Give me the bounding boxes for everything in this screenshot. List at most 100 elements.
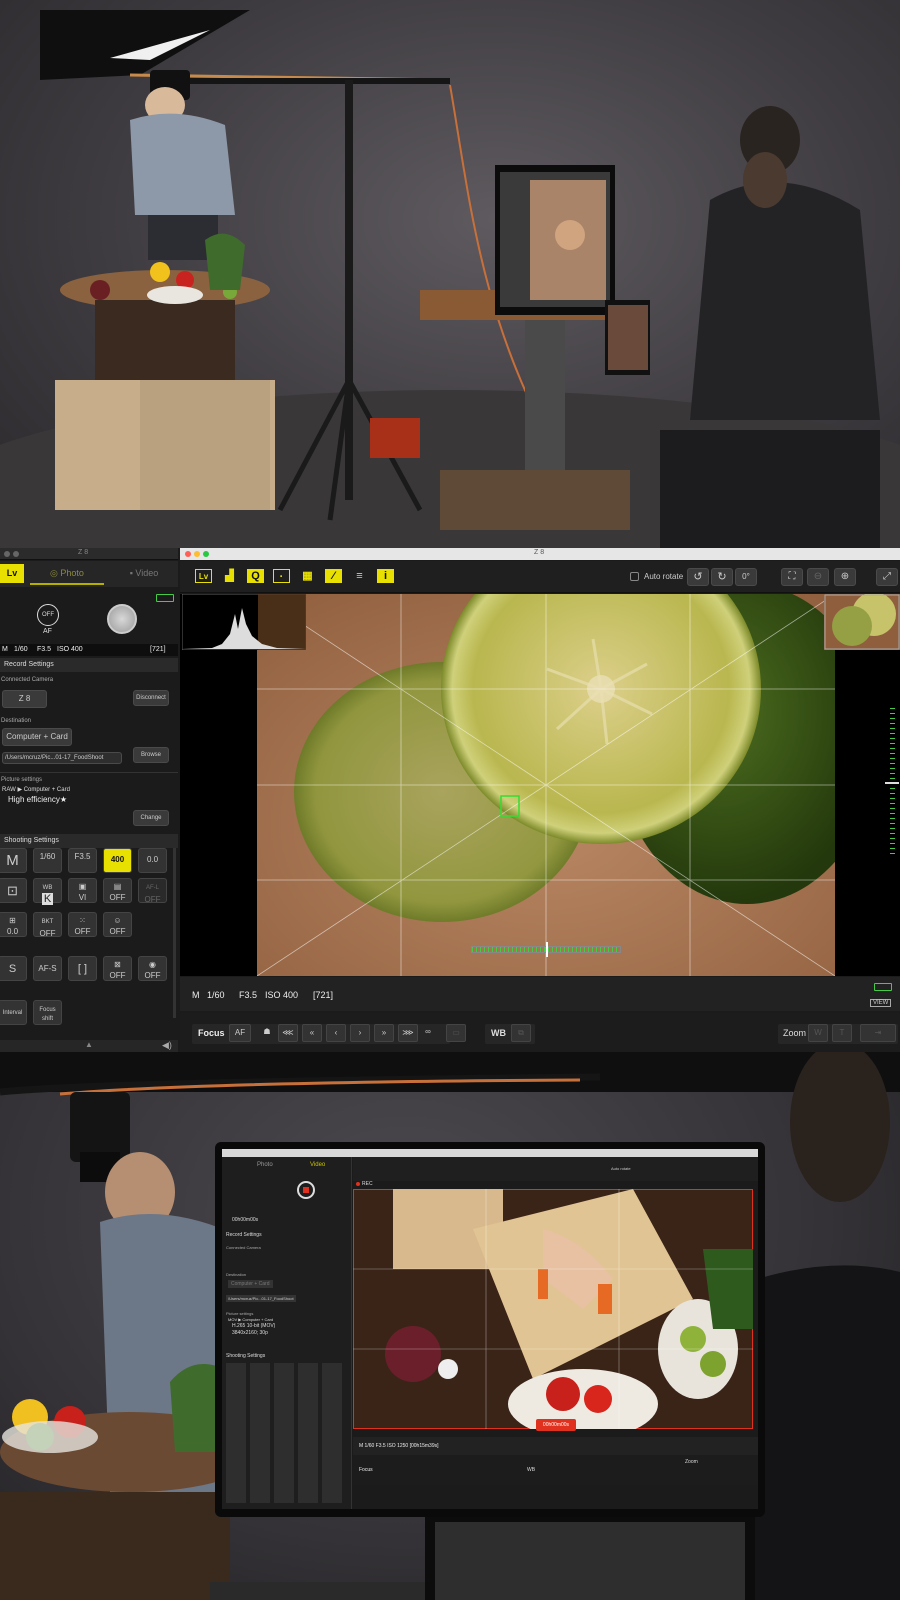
- browse-button[interactable]: Browse: [133, 747, 169, 763]
- monitor-rec-bar: REC: [353, 1181, 758, 1189]
- aperture-button[interactable]: F3.5: [68, 848, 97, 873]
- af-button[interactable]: AF: [229, 1024, 251, 1042]
- interval-button[interactable]: Interval: [0, 1000, 27, 1025]
- live-view-icon[interactable]: Lv: [195, 569, 212, 583]
- rotation-value-button[interactable]: 0°: [735, 568, 757, 586]
- vr-button[interactable]: ⁙ OFF: [68, 912, 97, 937]
- silent-icon: ⊠: [114, 960, 121, 969]
- af-area-button[interactable]: [ ]: [68, 956, 97, 981]
- zoom-in-button[interactable]: ⊕: [834, 568, 856, 586]
- monitor-connected-camera: Connected Camera: [226, 1245, 261, 1250]
- histogram-icon[interactable]: ▟: [221, 569, 238, 583]
- vibration-button[interactable]: ◉ OFF: [138, 956, 167, 981]
- monitor-auto-rotate: Auto rotate: [611, 1166, 631, 1171]
- silent-mode-button[interactable]: ⊠ OFF: [103, 956, 132, 981]
- focus-step-back-medium-button[interactable]: «: [302, 1024, 322, 1042]
- monitor-picture-line1: MOV ▶ Computer + Card: [228, 1317, 274, 1322]
- zoom-wide-button[interactable]: W: [808, 1024, 828, 1042]
- studio-scene-illustration: [0, 10, 900, 548]
- level-icon[interactable]: ≡: [351, 569, 368, 583]
- focus-step-forward-medium-button[interactable]: »: [374, 1024, 394, 1042]
- live-view-button[interactable]: Lv: [0, 564, 24, 583]
- full-screen-button[interactable]: ⤢: [876, 568, 898, 586]
- monitor-controls: Focus WB Zoom: [353, 1455, 758, 1485]
- minimize-dot-icon[interactable]: [194, 551, 200, 557]
- grid-icon[interactable]: ▦: [299, 569, 316, 583]
- histogram-overlay: [182, 594, 306, 650]
- wb-preset-button[interactable]: ⧉: [511, 1024, 531, 1042]
- infinity-icon[interactable]: ∞: [420, 1024, 436, 1042]
- close-dot-icon[interactable]: [185, 551, 191, 557]
- d-lighting-icon: ▤: [113, 882, 122, 891]
- main-window-title: Z 8: [534, 549, 545, 556]
- focus-memory-button[interactable]: ▭: [446, 1024, 466, 1042]
- monitor-destination: Computer + Card: [228, 1280, 273, 1288]
- bracketing-button[interactable]: BKT OFF: [33, 912, 62, 938]
- fit-screen-button[interactable]: ⛶: [781, 568, 803, 586]
- face-detection-button[interactable]: ☺ OFF: [103, 912, 132, 937]
- tab-video[interactable]: ▪ Video: [110, 564, 178, 585]
- monitor-rec-timer: 00h00m00s: [536, 1419, 576, 1431]
- chevron-up-icon: ▲: [85, 1040, 93, 1049]
- record-settings-header[interactable]: Record Settings: [0, 658, 178, 672]
- monitor-status-text: M 1/60 F3.5 ISO 1250 [00h15m39s]: [359, 1443, 439, 1449]
- camera-name-field[interactable]: Z 8: [2, 690, 47, 708]
- destination-path-field[interactable]: /Users/mcruz/Pic...01-17_FoodShoot: [2, 752, 122, 764]
- rotate-right-icon: ↻: [717, 571, 727, 583]
- focus-shift-button[interactable]: Focus shift: [33, 1000, 62, 1025]
- change-button[interactable]: Change: [133, 810, 169, 826]
- rec-dot-icon: [356, 1182, 360, 1186]
- zoom-step-button[interactable]: ⇥: [860, 1024, 896, 1042]
- info-icon[interactable]: i: [377, 569, 394, 583]
- flash-compensation-button[interactable]: ⊞ 0.0: [0, 912, 27, 937]
- navigation-thumbnail[interactable]: [824, 594, 900, 650]
- picture-control-button[interactable]: ▣ VI: [68, 878, 97, 903]
- collapse-handle[interactable]: ▲: [0, 1040, 178, 1052]
- exposure-compensation-button[interactable]: 0.0: [138, 848, 167, 873]
- active-d-lighting-button[interactable]: ▤ OFF: [103, 878, 132, 903]
- destination-select[interactable]: Computer + Card: [2, 728, 72, 746]
- af-area-icon[interactable]: ·: [273, 569, 290, 583]
- white-balance-button[interactable]: WB K: [33, 878, 62, 905]
- disconnect-button[interactable]: Disconnect: [133, 690, 169, 706]
- auto-rotate-checkbox[interactable]: [630, 572, 639, 581]
- live-view-image[interactable]: [257, 594, 835, 976]
- tab-photo[interactable]: ◎ Photo: [30, 564, 104, 585]
- shutter-speed-button[interactable]: 1/60: [33, 848, 62, 873]
- focus-step-back-small-button[interactable]: ‹: [326, 1024, 346, 1042]
- minimize-dot-icon[interactable]: [13, 551, 19, 557]
- focus-step-back-large-button[interactable]: ⋘: [278, 1024, 298, 1042]
- rotate-left-icon: ↺: [693, 571, 703, 583]
- vr-icon: ⁙: [79, 916, 86, 925]
- rotate-right-button[interactable]: ↻: [711, 568, 733, 586]
- zoom-check-icon[interactable]: Q: [247, 569, 264, 583]
- left-scrollbar[interactable]: [173, 848, 176, 1018]
- monitor-titlebar: [222, 1149, 758, 1157]
- zoom-out-icon: ⊖: [813, 571, 823, 582]
- shooting-settings-header[interactable]: Shooting Settings: [0, 834, 178, 848]
- focus-step-forward-large-button[interactable]: ⋙: [398, 1024, 418, 1042]
- highlight-icon[interactable]: ⁄: [325, 569, 342, 583]
- iso-button[interactable]: 400: [103, 848, 132, 873]
- focus-near-icon[interactable]: ☗: [258, 1024, 276, 1042]
- focus-step-forward-small-button[interactable]: ›: [350, 1024, 370, 1042]
- zoom-out-button[interactable]: ⊖: [807, 568, 829, 586]
- rotate-left-button[interactable]: ↺: [687, 568, 709, 586]
- speaker-icon[interactable]: ◀): [162, 1040, 172, 1051]
- wb-label: WB: [491, 1028, 506, 1038]
- monitor-record-stop-icon: [303, 1187, 309, 1193]
- focus-mode-button[interactable]: AF-S: [33, 956, 62, 981]
- monitor-rec-counter: 00h00m00s: [232, 1217, 259, 1223]
- exposure-mode-button[interactable]: M: [0, 848, 27, 873]
- af-lock-button[interactable]: AF-L OFF: [138, 878, 167, 904]
- af-off-button[interactable]: OFF: [37, 604, 59, 626]
- zoom-dot-icon[interactable]: [203, 551, 209, 557]
- metering-button[interactable]: ⊡: [0, 878, 27, 903]
- studio-photo-top: [0, 0, 900, 548]
- zoom-tele-button[interactable]: T: [832, 1024, 852, 1042]
- release-mode-button[interactable]: S: [0, 956, 27, 981]
- shutter-release-button[interactable]: [107, 604, 137, 634]
- view-badge: VIEW: [870, 999, 892, 1007]
- flash-comp-icon: ⊞: [9, 916, 16, 925]
- close-dot-icon[interactable]: [4, 551, 10, 557]
